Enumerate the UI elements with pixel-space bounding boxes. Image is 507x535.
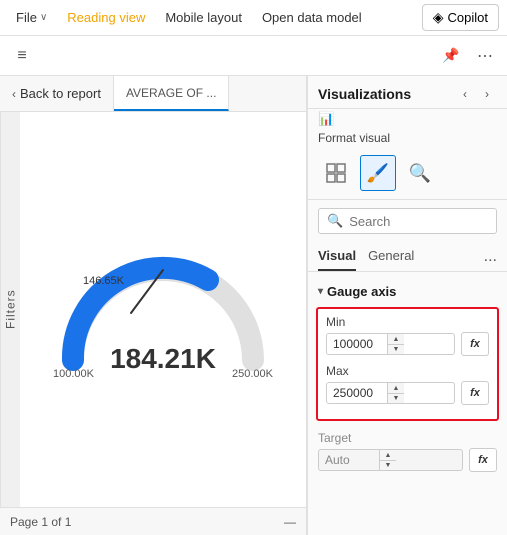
min-label: Min	[326, 315, 489, 329]
menu-mobile-layout[interactable]: Mobile layout	[157, 6, 250, 29]
viz-title: Visualizations	[318, 86, 411, 102]
gauge-max-label: 250.00K	[232, 368, 273, 380]
gauge-container: 146.65K 184.21K 100.00K 250.00K	[53, 245, 273, 375]
max-input-row: ▲ ▼ fx	[326, 381, 489, 405]
gauge-axis-header[interactable]: ▾ Gauge axis	[308, 280, 507, 303]
back-to-report-button[interactable]: ‹ Back to report	[0, 76, 114, 111]
table-icon	[325, 162, 347, 184]
target-section: Target ▲ ▼ fx	[308, 425, 507, 478]
gauge-axis-chevron-icon: ▾	[318, 286, 323, 297]
paint-icon-btn[interactable]: 🖌️	[360, 155, 396, 191]
filters-strip[interactable]: Filters	[0, 112, 20, 507]
min-number-input: ▲ ▼	[326, 333, 455, 355]
max-fx-button[interactable]: fx	[461, 381, 489, 405]
zoom-control: —	[284, 515, 296, 529]
file-chevron-icon: ∨	[40, 12, 47, 23]
min-row: Min ▲ ▼ fx	[326, 315, 489, 356]
viz-header: Visualizations ‹ ›	[308, 76, 507, 109]
target-fx-button[interactable]: fx	[469, 448, 497, 472]
page-footer: Page 1 of 1 —	[0, 507, 306, 535]
copilot-button[interactable]: ◈ Copilot	[422, 4, 499, 31]
format-visual-label: Format visual	[308, 127, 507, 151]
min-spinners: ▲ ▼	[387, 334, 404, 354]
more-options-icon[interactable]: ⋯	[471, 42, 499, 70]
tab-more-icon[interactable]: ...	[484, 248, 497, 266]
nav-left-arrow[interactable]: ‹	[455, 84, 475, 104]
main-content: ‹ Back to report AVERAGE OF ... Filters	[0, 76, 507, 535]
target-spinners: ▲ ▼	[379, 450, 396, 470]
target-field[interactable]	[319, 450, 379, 470]
copilot-icon: ◈	[433, 9, 444, 26]
min-fx-button[interactable]: fx	[461, 332, 489, 356]
gauge-axis-title: Gauge axis	[327, 284, 396, 299]
target-spinner-up[interactable]: ▲	[380, 450, 396, 460]
icon-row: 🖌️ 🔍	[308, 151, 507, 200]
viz-tabs: Visual General ...	[308, 242, 507, 272]
avg-tab[interactable]: AVERAGE OF ...	[114, 76, 229, 111]
min-spinner-down[interactable]: ▼	[388, 344, 404, 354]
menu-file[interactable]: File ∨	[8, 6, 55, 29]
max-row: Max ▲ ▼ fx	[326, 364, 489, 405]
min-input-row: ▲ ▼ fx	[326, 332, 489, 356]
right-panel: Visualizations ‹ › 📊 Format visual 🖌️	[307, 76, 507, 535]
max-field[interactable]	[327, 383, 387, 403]
table-icon-btn[interactable]	[318, 155, 354, 191]
tab-general[interactable]: General	[368, 242, 414, 271]
menu-reading-view[interactable]: Reading view	[59, 6, 153, 29]
target-input-row: ▲ ▼ fx	[318, 448, 497, 472]
back-chevron-icon: ‹	[12, 87, 16, 101]
gauge-value: 184.21K	[110, 343, 216, 375]
max-label: Max	[326, 364, 489, 378]
gauge-axis-section: ▾ Gauge axis Min ▲ ▼	[308, 280, 507, 478]
search-input[interactable]	[349, 214, 488, 229]
menu-open-data-model[interactable]: Open data model	[254, 6, 370, 29]
target-label: Target	[318, 431, 497, 445]
pin-icon[interactable]: 📌	[437, 42, 465, 70]
toolbar: ≡ 📌 ⋯	[0, 36, 507, 76]
gauge-axis-box: Min ▲ ▼ fx	[316, 307, 499, 421]
left-panel: ‹ Back to report AVERAGE OF ... Filters	[0, 76, 307, 535]
gauge-pointer-label: 146.65K	[83, 275, 124, 287]
search-icon: 🔍	[327, 213, 343, 229]
target-spinner-down[interactable]: ▼	[380, 460, 396, 470]
gauge-min-label: 100.00K	[53, 368, 94, 380]
tab-bar: ‹ Back to report AVERAGE OF ...	[0, 76, 306, 112]
page-info: Page 1 of 1	[10, 515, 71, 529]
search-box: 🔍	[318, 208, 497, 234]
max-number-input: ▲ ▼	[326, 382, 455, 404]
viz-icon-bar-header: 📊	[308, 109, 507, 127]
max-spinner-up[interactable]: ▲	[388, 383, 404, 393]
viz-nav-arrows: ‹ ›	[455, 84, 497, 104]
hamburger-icon[interactable]: ≡	[8, 42, 36, 70]
target-auto-input: ▲ ▼	[318, 449, 463, 471]
max-spinner-down[interactable]: ▼	[388, 393, 404, 403]
gauge-area: 146.65K 184.21K 100.00K 250.00K	[20, 112, 306, 507]
search-analytics-icon-btn[interactable]: 🔍	[402, 155, 438, 191]
bar-chart-icon: 📊	[318, 111, 334, 127]
min-field[interactable]	[327, 334, 387, 354]
menu-bar: File ∨ Reading view Mobile layout Open d…	[0, 0, 507, 36]
nav-right-arrow[interactable]: ›	[477, 84, 497, 104]
min-spinner-up[interactable]: ▲	[388, 334, 404, 344]
max-spinners: ▲ ▼	[387, 383, 404, 403]
tab-visual[interactable]: Visual	[318, 242, 356, 271]
